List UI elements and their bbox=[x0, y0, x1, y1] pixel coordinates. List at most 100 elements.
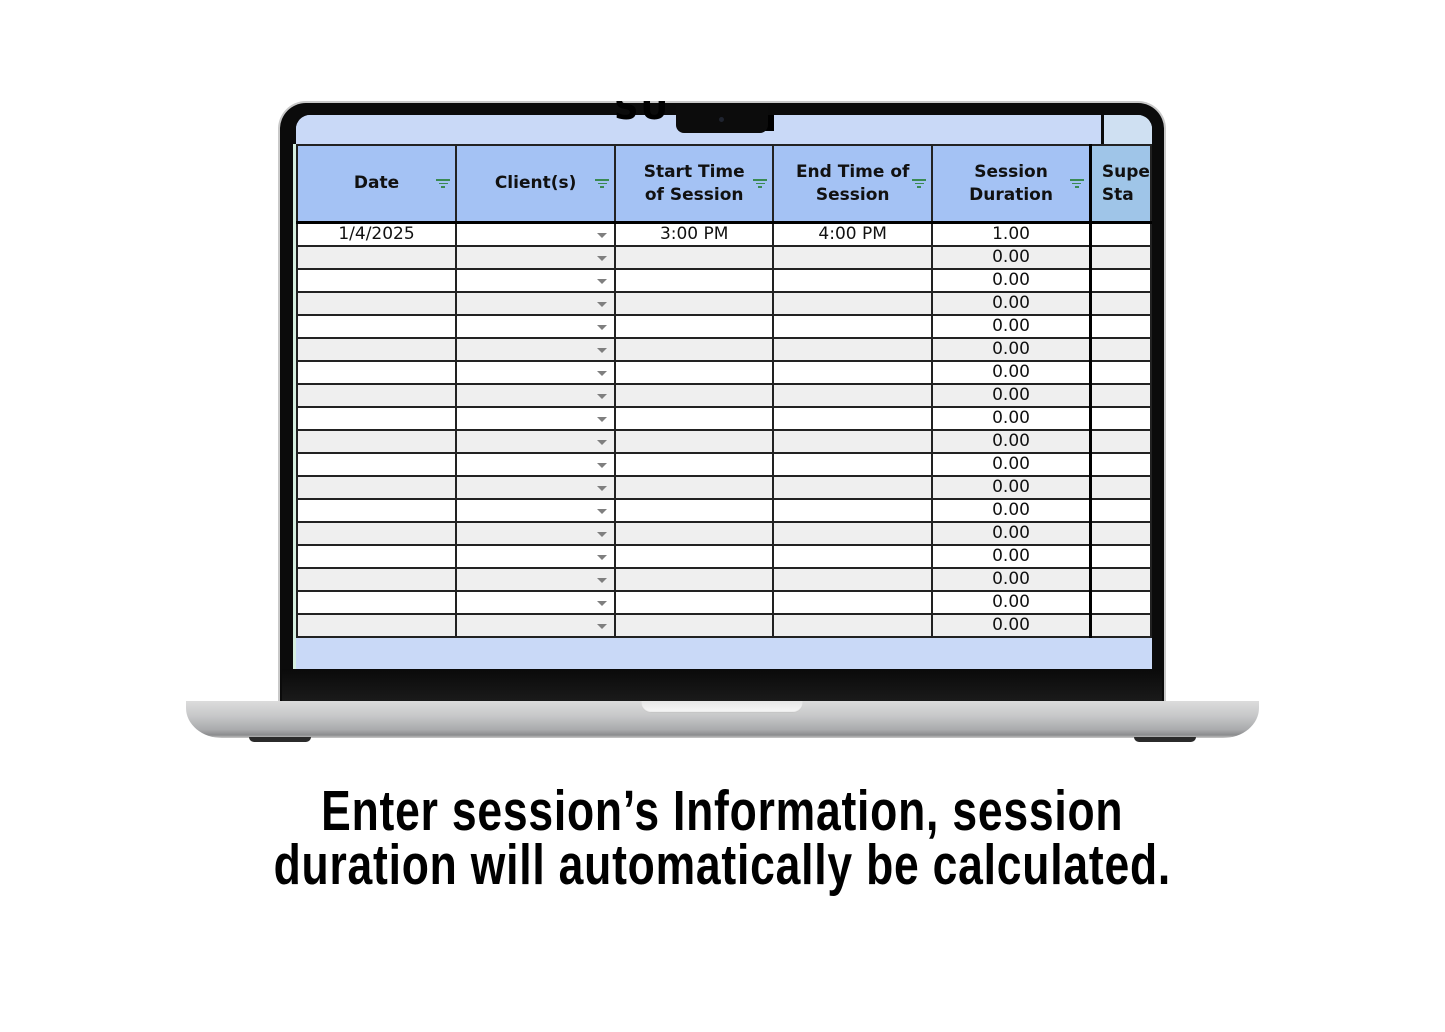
filter-icon[interactable] bbox=[595, 179, 610, 189]
cell-start-time[interactable] bbox=[614, 452, 775, 477]
cell-date[interactable] bbox=[296, 360, 458, 385]
dropdown-arrow-icon[interactable] bbox=[597, 509, 608, 514]
filter-icon[interactable] bbox=[436, 179, 451, 189]
cell-end-time[interactable] bbox=[772, 314, 934, 339]
cell-date[interactable] bbox=[296, 291, 458, 316]
cell-supervision-status[interactable] bbox=[1088, 221, 1152, 247]
cell-supervision-status[interactable] bbox=[1088, 429, 1152, 454]
dropdown-arrow-icon[interactable] bbox=[597, 325, 608, 330]
cell-supervision-status[interactable] bbox=[1088, 245, 1152, 270]
cell-session-duration[interactable]: 0.00 bbox=[931, 544, 1092, 569]
cell-client[interactable] bbox=[455, 360, 617, 385]
filter-icon[interactable] bbox=[753, 179, 768, 189]
cell-end-time[interactable] bbox=[772, 521, 934, 546]
cell-supervision-status[interactable] bbox=[1088, 337, 1152, 362]
cell-supervision-status[interactable] bbox=[1088, 406, 1152, 431]
cell-supervision-status[interactable] bbox=[1088, 360, 1152, 385]
cell-session-duration[interactable]: 0.00 bbox=[931, 383, 1092, 408]
dropdown-arrow-icon[interactable] bbox=[597, 578, 608, 583]
cell-end-time[interactable] bbox=[772, 475, 934, 500]
cell-supervision-status[interactable] bbox=[1088, 291, 1152, 316]
cell-date[interactable] bbox=[296, 245, 458, 270]
cell-session-duration[interactable]: 0.00 bbox=[931, 245, 1092, 270]
cell-start-time[interactable] bbox=[614, 544, 775, 569]
cell-start-time[interactable] bbox=[614, 590, 775, 615]
cell-session-duration[interactable]: 0.00 bbox=[931, 613, 1092, 638]
cell-session-duration[interactable]: 0.00 bbox=[931, 452, 1092, 477]
cell-date[interactable] bbox=[296, 613, 458, 638]
cell-start-time[interactable] bbox=[614, 567, 775, 592]
dropdown-arrow-icon[interactable] bbox=[597, 256, 608, 261]
cell-end-time[interactable] bbox=[772, 245, 934, 270]
cell-start-time[interactable] bbox=[614, 613, 775, 638]
cell-client[interactable] bbox=[455, 429, 617, 454]
cell-end-time[interactable] bbox=[772, 613, 934, 638]
cell-start-time[interactable] bbox=[614, 475, 775, 500]
dropdown-arrow-icon[interactable] bbox=[597, 601, 608, 606]
cell-start-time[interactable] bbox=[614, 383, 775, 408]
cell-start-time[interactable] bbox=[614, 245, 775, 270]
cell-date[interactable]: 1/4/2025 bbox=[296, 221, 458, 247]
column-header-start-time[interactable]: Start Time of Session bbox=[614, 144, 775, 224]
cell-date[interactable] bbox=[296, 406, 458, 431]
cell-end-time[interactable] bbox=[772, 452, 934, 477]
cell-end-time[interactable] bbox=[772, 337, 934, 362]
cell-client[interactable] bbox=[455, 590, 617, 615]
cell-end-time[interactable] bbox=[772, 544, 934, 569]
cell-end-time[interactable] bbox=[772, 406, 934, 431]
cell-session-duration[interactable]: 0.00 bbox=[931, 406, 1092, 431]
cell-client[interactable] bbox=[455, 498, 617, 523]
cell-supervision-status[interactable] bbox=[1088, 590, 1152, 615]
cell-client[interactable] bbox=[455, 567, 617, 592]
cell-start-time[interactable] bbox=[614, 268, 775, 293]
cell-start-time[interactable] bbox=[614, 498, 775, 523]
dropdown-arrow-icon[interactable] bbox=[597, 440, 608, 445]
cell-end-time[interactable] bbox=[772, 498, 934, 523]
cell-end-time[interactable] bbox=[772, 383, 934, 408]
cell-date[interactable] bbox=[296, 498, 458, 523]
cell-end-time[interactable] bbox=[772, 590, 934, 615]
cell-supervision-status[interactable] bbox=[1088, 383, 1152, 408]
cell-client[interactable] bbox=[455, 337, 617, 362]
cell-date[interactable] bbox=[296, 429, 458, 454]
column-header-date[interactable]: Date bbox=[296, 144, 458, 224]
cell-end-time[interactable] bbox=[772, 268, 934, 293]
cell-date[interactable] bbox=[296, 383, 458, 408]
cell-end-time[interactable] bbox=[772, 360, 934, 385]
dropdown-arrow-icon[interactable] bbox=[597, 624, 608, 629]
cell-supervision-status[interactable] bbox=[1088, 567, 1152, 592]
cell-client[interactable] bbox=[455, 268, 617, 293]
column-header-session-duration[interactable]: Session Duration bbox=[931, 144, 1092, 224]
cell-end-time[interactable]: 4:00 PM bbox=[772, 221, 934, 247]
cell-session-duration[interactable]: 0.00 bbox=[931, 590, 1092, 615]
cell-date[interactable] bbox=[296, 521, 458, 546]
cell-supervision-status[interactable] bbox=[1088, 452, 1152, 477]
cell-end-time[interactable] bbox=[772, 291, 934, 316]
dropdown-arrow-icon[interactable] bbox=[597, 463, 608, 468]
dropdown-arrow-icon[interactable] bbox=[597, 233, 608, 238]
cell-date[interactable] bbox=[296, 268, 458, 293]
cell-end-time[interactable] bbox=[772, 567, 934, 592]
cell-session-duration[interactable]: 0.00 bbox=[931, 360, 1092, 385]
dropdown-arrow-icon[interactable] bbox=[597, 486, 608, 491]
cell-supervision-status[interactable] bbox=[1088, 613, 1152, 638]
cell-session-duration[interactable]: 0.00 bbox=[931, 314, 1092, 339]
cell-date[interactable] bbox=[296, 475, 458, 500]
column-header-end-time[interactable]: End Time of Session bbox=[772, 144, 934, 224]
cell-start-time[interactable] bbox=[614, 360, 775, 385]
cell-start-time[interactable]: 3:00 PM bbox=[614, 221, 775, 247]
dropdown-arrow-icon[interactable] bbox=[597, 532, 608, 537]
cell-date[interactable] bbox=[296, 337, 458, 362]
cell-client[interactable] bbox=[455, 406, 617, 431]
cell-date[interactable] bbox=[296, 452, 458, 477]
cell-session-duration[interactable]: 0.00 bbox=[931, 268, 1092, 293]
cell-date[interactable] bbox=[296, 567, 458, 592]
cell-client[interactable] bbox=[455, 452, 617, 477]
cell-start-time[interactable] bbox=[614, 521, 775, 546]
column-header-supervision-status[interactable]: Supe Sta bbox=[1088, 144, 1152, 224]
cell-supervision-status[interactable] bbox=[1088, 498, 1152, 523]
dropdown-arrow-icon[interactable] bbox=[597, 417, 608, 422]
cell-supervision-status[interactable] bbox=[1088, 268, 1152, 293]
cell-end-time[interactable] bbox=[772, 429, 934, 454]
cell-session-duration[interactable]: 0.00 bbox=[931, 291, 1092, 316]
